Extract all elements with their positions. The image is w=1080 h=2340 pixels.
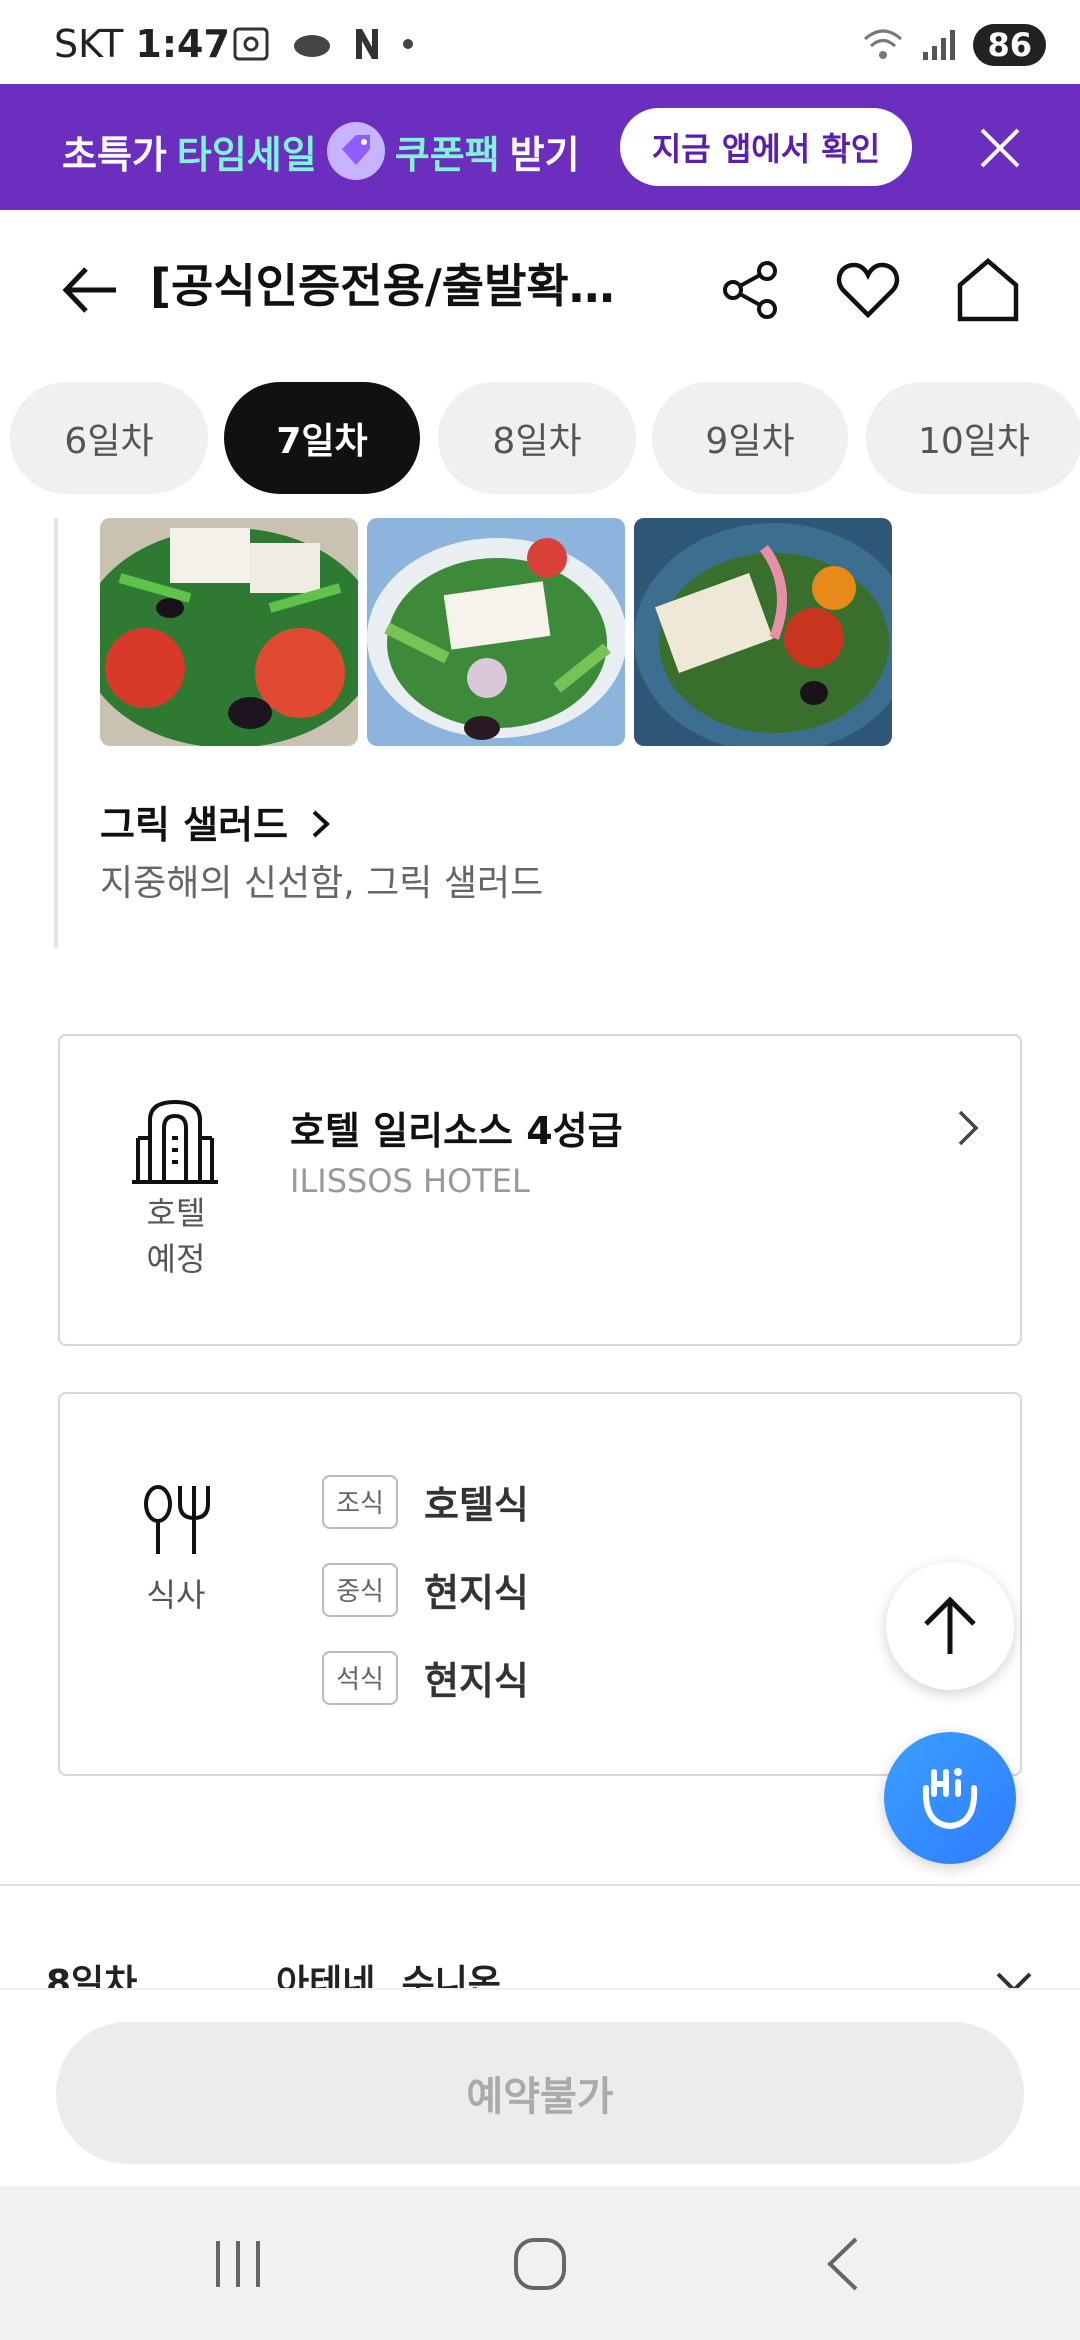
meal-value: 호텔식 bbox=[424, 1483, 529, 1527]
home-circle-icon bbox=[514, 2238, 566, 2290]
coupon-tag-icon bbox=[326, 122, 385, 180]
promo-highlight-couponpack: 쿠폰팩 bbox=[394, 132, 500, 177]
system-nav-bar bbox=[0, 2186, 1080, 2340]
home-icon bbox=[957, 258, 1019, 322]
promo-text: 초특가 타임세일 쿠폰팩 받기 bbox=[62, 122, 580, 180]
hotel-name: 호텔 일리소스 4성급 bbox=[290, 1109, 623, 1153]
header: [공식인증전용/출발확… bbox=[0, 210, 1080, 370]
meal-badge: 석식 bbox=[322, 1650, 398, 1705]
meal-row-breakfast: 조식 호텔식 bbox=[322, 1474, 529, 1529]
hotel-card[interactable]: 호텔 예정 호텔 일리소스 4성급 ILISSOS HOTEL bbox=[58, 1034, 1022, 1346]
meal-badge: 중식 bbox=[322, 1562, 398, 1617]
meal-value: 현지식 bbox=[424, 1571, 529, 1615]
food-description: 지중해의 신선함, 그릭 샐러드 bbox=[100, 863, 544, 904]
tab-day-6[interactable]: 6일차 bbox=[10, 382, 208, 494]
back-chevron-icon bbox=[827, 2237, 858, 2291]
home-button[interactable] bbox=[952, 252, 1024, 328]
next-day-header[interactable]: 8일차 아테네, 수니온 bbox=[0, 1950, 1080, 1990]
food-photo[interactable] bbox=[100, 518, 358, 746]
arrow-up-icon bbox=[924, 1596, 976, 1654]
cloud-icon bbox=[294, 35, 330, 57]
meal-row-lunch: 중식 현지식 bbox=[322, 1562, 529, 1617]
reserve-button[interactable]: 예약불가 bbox=[56, 2022, 1024, 2164]
recent-apps-button[interactable] bbox=[190, 2216, 286, 2312]
hi-hand-icon bbox=[922, 1768, 978, 1830]
naver-icon bbox=[356, 29, 378, 59]
tab-day-8[interactable]: 8일차 bbox=[438, 382, 636, 494]
tab-day-7[interactable]: 7일차 bbox=[224, 382, 420, 494]
promo-banner[interactable]: 초특가 타임세일 쿠폰팩 받기 지금 앱에서 확인 bbox=[0, 84, 1080, 210]
wifi-icon bbox=[864, 29, 903, 59]
close-icon bbox=[980, 128, 1020, 168]
meal-row-dinner: 석식 현지식 bbox=[322, 1650, 529, 1705]
next-day-title: 아테네, 수니온 bbox=[276, 1963, 501, 1990]
back-system-button[interactable] bbox=[794, 2216, 890, 2312]
promo-suffix: 받기 bbox=[509, 132, 580, 177]
utensils-icon bbox=[144, 1485, 210, 1554]
scroll-to-top-button[interactable] bbox=[886, 1562, 1014, 1690]
food-photo[interactable] bbox=[634, 518, 892, 746]
share-icon bbox=[723, 261, 777, 319]
status-bar: SKT 1:47 86 bbox=[0, 0, 1080, 84]
wishlist-button[interactable] bbox=[832, 254, 904, 326]
dot-icon bbox=[403, 39, 413, 49]
screenshot-icon bbox=[233, 27, 269, 61]
meal-badge: 조식 bbox=[322, 1474, 398, 1529]
meal-card: 식사 조식 호텔식 중식 현지식 석식 현지식 bbox=[58, 1392, 1022, 1776]
meal-value: 현지식 bbox=[424, 1659, 529, 1703]
day-tabs: 6일차 7일차 8일차 9일차 10일차 bbox=[0, 382, 1080, 496]
back-arrow-icon bbox=[62, 267, 116, 313]
bottom-action-bar: 예약불가 bbox=[0, 1988, 1080, 2186]
hotel-icon-label: 호텔 예정 bbox=[146, 1194, 206, 1278]
share-button[interactable] bbox=[714, 254, 786, 326]
battery-indicator: 86 bbox=[973, 24, 1046, 66]
status-time: SKT 1:47 bbox=[54, 22, 230, 66]
promo-prefix: 초특가 bbox=[62, 132, 167, 177]
timeline-line bbox=[54, 518, 58, 948]
food-title-link[interactable]: 그릭 샐러드 bbox=[100, 794, 333, 849]
close-banner-button[interactable] bbox=[972, 120, 1028, 176]
status-right: 86 bbox=[861, 24, 1046, 66]
status-notification-icons bbox=[232, 26, 414, 62]
hotel-building-icon bbox=[132, 1099, 218, 1184]
page-title: [공식인증전용/출발확… bbox=[150, 259, 615, 313]
promo-highlight-timesale: 타임세일 bbox=[176, 132, 317, 177]
chevron-right-icon bbox=[312, 810, 331, 838]
next-day-label: 8일차 bbox=[46, 1963, 138, 1990]
back-button[interactable] bbox=[54, 254, 126, 326]
heart-icon bbox=[836, 262, 900, 319]
food-photo[interactable] bbox=[367, 518, 625, 746]
hotel-name-english: ILISSOS HOTEL bbox=[290, 1162, 530, 1200]
home-system-button[interactable] bbox=[492, 2216, 588, 2312]
chatbot-hi-button[interactable] bbox=[884, 1732, 1016, 1864]
section-divider bbox=[0, 1884, 1080, 1886]
recent-apps-icon bbox=[216, 2241, 260, 2287]
signal-icon bbox=[923, 30, 956, 60]
meal-icon-label: 식사 bbox=[146, 1576, 206, 1614]
open-app-button[interactable]: 지금 앱에서 확인 bbox=[620, 108, 912, 186]
chevron-right-icon bbox=[958, 1110, 979, 1146]
chevron-down-icon bbox=[996, 1972, 1032, 1990]
tab-day-10[interactable]: 10일차 bbox=[866, 382, 1080, 494]
tab-day-9[interactable]: 9일차 bbox=[652, 382, 848, 494]
